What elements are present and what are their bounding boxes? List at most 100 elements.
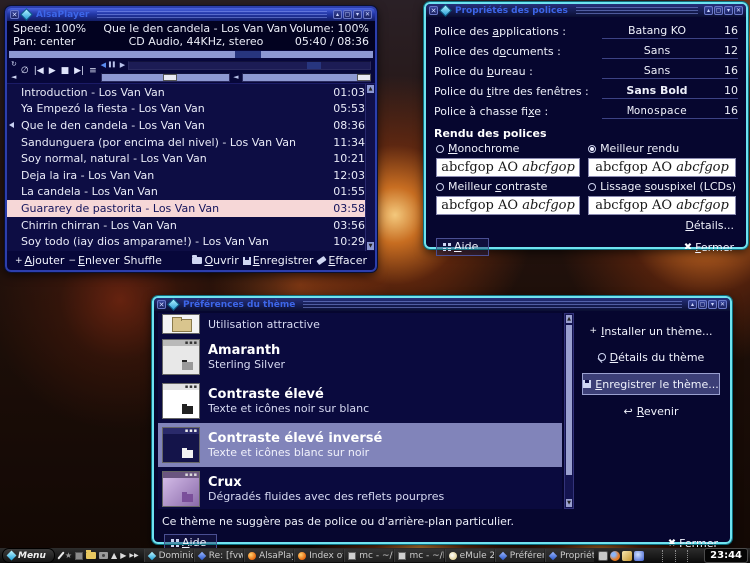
theme-item-amaranth[interactable]: ▪▪▪ AmaranthSterling Silver bbox=[158, 335, 562, 379]
next-button[interactable]: ▶| bbox=[74, 66, 84, 76]
task-button[interactable]: AlsaPlayer - Moz bbox=[244, 549, 293, 562]
remove-button[interactable]: −Enlever bbox=[68, 254, 119, 267]
pager-desk-1[interactable] bbox=[651, 550, 662, 562]
menu-button[interactable]: Menu bbox=[2, 548, 55, 563]
speed-handle[interactable] bbox=[307, 62, 321, 69]
help-button[interactable]: Aide bbox=[436, 238, 489, 256]
seek-handle[interactable] bbox=[235, 51, 261, 58]
playlist-item[interactable]: Ya Empezó la fiesta - Los Van Van05:53 bbox=[7, 101, 375, 118]
add-button[interactable]: +Ajouter bbox=[15, 254, 64, 267]
tray-terminal-icon[interactable] bbox=[598, 551, 608, 561]
theme-list-scrollbar[interactable]: ▲ ▼ bbox=[564, 313, 574, 509]
window-menu-icon[interactable] bbox=[439, 4, 452, 17]
playlist-item-selected[interactable]: Guararey de pastorita - Los Van Van03:58 bbox=[7, 200, 375, 217]
task-button[interactable]: Dominique - O bbox=[144, 549, 193, 562]
task-button[interactable]: Propriétés des bbox=[545, 549, 594, 562]
theme-item-high-contrast-inverse-selected[interactable]: ▪▪▪ Contraste élevé inverséTexte et icôn… bbox=[158, 423, 562, 467]
theme-item-high-contrast[interactable]: ▪▪▪ Contraste élevéTexte et icônes noir … bbox=[158, 379, 562, 423]
play-button[interactable]: ▶ bbox=[49, 66, 56, 76]
save-button[interactable]: Enregistrer bbox=[243, 254, 314, 267]
close-button[interactable]: ✕ bbox=[363, 10, 372, 19]
previous-button[interactable]: |◀ bbox=[34, 66, 44, 76]
shade-button[interactable]: ▴ bbox=[704, 6, 713, 15]
volume-handle[interactable] bbox=[357, 74, 371, 81]
radio-best-render[interactable]: Meilleur rendu bbox=[588, 142, 736, 155]
titlebar-grip[interactable] bbox=[576, 7, 698, 14]
revert-button[interactable]: ↩Revenir bbox=[582, 401, 720, 421]
font-picker-window-title[interactable]: Sans Bold10 bbox=[602, 84, 738, 99]
save-theme-button[interactable]: Enregistrer le thème... bbox=[582, 373, 720, 395]
playlist-item[interactable]: Soy normal, natural - Los Van Van10:21 bbox=[7, 150, 375, 167]
iconify-button[interactable]: ▾ bbox=[724, 6, 733, 15]
speaker-icon[interactable]: ◄ bbox=[11, 73, 17, 81]
open-button[interactable]: Ouvrir bbox=[192, 254, 238, 267]
pencil-icon[interactable] bbox=[57, 551, 64, 559]
clear-button[interactable]: Effacer bbox=[317, 254, 367, 267]
playlist-item[interactable]: Introduction - Los Van Van01:03 bbox=[7, 84, 375, 101]
font-picker-documents[interactable]: Sans12 bbox=[602, 44, 738, 59]
theme-item-partial[interactable]: Utilisation attractive bbox=[158, 313, 562, 335]
speed-slider[interactable] bbox=[128, 61, 371, 70]
shade-button[interactable]: ▴ bbox=[333, 10, 342, 19]
playlist-item-playing[interactable]: Que le den candela - Los Van Van08:36 bbox=[7, 117, 375, 134]
scroll-thumb[interactable] bbox=[566, 325, 572, 475]
task-button[interactable]: Préférences du bbox=[495, 549, 544, 562]
theme-details-button[interactable]: Détails du thème bbox=[582, 347, 720, 367]
font-picker-monospace[interactable]: Monospace16 bbox=[602, 104, 738, 119]
maximize-button[interactable]: ▢ bbox=[698, 300, 707, 309]
tray-emule-icon[interactable] bbox=[622, 551, 632, 561]
volume-slider[interactable] bbox=[242, 73, 371, 82]
eject-icon[interactable]: ▲ bbox=[111, 551, 117, 561]
playlist-item[interactable]: La candela - Los Van Van01:55 bbox=[7, 184, 375, 201]
playlist-item[interactable]: Soy todo (iay dios amparame!) - Los Van … bbox=[7, 233, 375, 250]
close-icon[interactable]: ✕ bbox=[429, 6, 438, 15]
cd-icon[interactable]: ∅ bbox=[21, 66, 29, 76]
close-button[interactable]: ✕ bbox=[734, 6, 743, 15]
close-icon[interactable]: ✕ bbox=[157, 300, 166, 309]
task-button[interactable]: Re: [fvwm-crys bbox=[194, 549, 243, 562]
close-button[interactable]: ✕ bbox=[718, 300, 727, 309]
task-button[interactable]: mc - ~/.fvwm~ bbox=[344, 549, 393, 562]
maximize-button[interactable]: ▢ bbox=[343, 10, 352, 19]
shade-button[interactable]: ▴ bbox=[688, 300, 697, 309]
font-picker-desktop[interactable]: Sans16 bbox=[602, 64, 738, 79]
task-button[interactable]: Index of /pub/a bbox=[294, 549, 343, 562]
theme-titlebar[interactable]: ✕ Préférences du thème ▴ ▢ ▾ ✕ bbox=[154, 298, 730, 311]
playlist-toggle-button[interactable]: ≡ bbox=[89, 66, 97, 76]
close-dialog-button[interactable]: ✖Fermer bbox=[682, 240, 736, 255]
task-button[interactable]: eMule 2.1.3 bbox=[445, 549, 494, 562]
alsaplayer-titlebar[interactable]: ✕ AlsaPlayer ▴ ▢ ▾ ✕ bbox=[7, 8, 375, 21]
pan-slider[interactable] bbox=[101, 73, 230, 82]
maximize-button[interactable]: ▢ bbox=[714, 6, 723, 15]
package-icon[interactable] bbox=[75, 552, 83, 560]
loop-icon[interactable]: ↻ bbox=[11, 60, 17, 68]
pause-icon[interactable]: ▌▌ bbox=[109, 61, 117, 69]
camera-icon[interactable] bbox=[99, 552, 108, 559]
playlist-scrollbar[interactable]: ▲ ▼ bbox=[365, 84, 375, 251]
window-menu-icon[interactable] bbox=[20, 8, 33, 21]
titlebar-grip[interactable] bbox=[97, 11, 327, 18]
iconify-button[interactable]: ▾ bbox=[708, 300, 717, 309]
window-menu-icon[interactable] bbox=[167, 298, 180, 311]
tray-firefox-icon[interactable] bbox=[610, 551, 620, 561]
install-theme-button[interactable]: +Installer un thème... bbox=[582, 321, 720, 341]
scroll-down-icon[interactable]: ▼ bbox=[566, 499, 572, 507]
radio-best-contrast[interactable]: Meilleur contraste bbox=[436, 180, 580, 193]
fonts-titlebar[interactable]: ✕ Propriétés des polices ▴ ▢ ▾ ✕ bbox=[426, 4, 746, 17]
pager-desk-3[interactable] bbox=[675, 550, 687, 562]
scroll-up-icon[interactable]: ▲ bbox=[367, 85, 374, 93]
tray-app-icon[interactable] bbox=[634, 551, 644, 561]
details-link[interactable]: Détails... bbox=[685, 219, 734, 232]
pager-desk-4[interactable] bbox=[687, 550, 699, 562]
font-picker-applications[interactable]: Batang KO16 bbox=[602, 24, 738, 39]
forward-icon[interactable]: ▶ bbox=[120, 61, 125, 69]
star-icon[interactable]: ★ bbox=[65, 551, 72, 561]
pan-handle[interactable] bbox=[163, 74, 177, 81]
rewind-icon[interactable]: ◀ bbox=[101, 61, 106, 69]
iconify-button[interactable]: ▾ bbox=[353, 10, 362, 19]
playlist-item[interactable]: Chirrin chirran - Los Van Van03:56 bbox=[7, 217, 375, 234]
theme-item-crux[interactable]: ▪▪▪ CruxDégradés fluides avec des reflet… bbox=[158, 467, 562, 509]
seek-bar[interactable] bbox=[9, 51, 373, 58]
scroll-up-icon[interactable]: ▲ bbox=[566, 315, 572, 323]
play-icon[interactable]: ▶ bbox=[120, 551, 126, 561]
